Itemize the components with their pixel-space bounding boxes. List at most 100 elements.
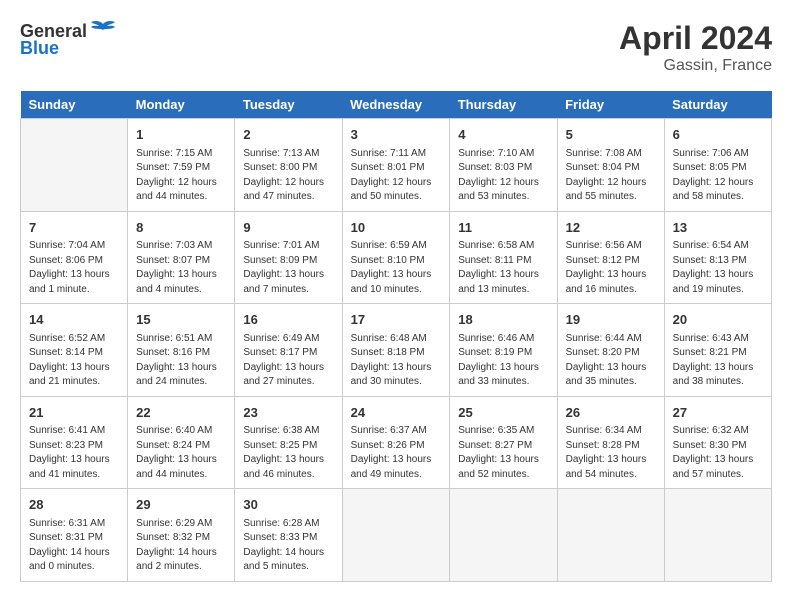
day-of-week-header: Monday xyxy=(128,91,235,119)
calendar-body: 1Sunrise: 7:15 AM Sunset: 7:59 PM Daylig… xyxy=(21,119,772,582)
day-info: Sunrise: 6:54 AM Sunset: 8:13 PM Dayligh… xyxy=(673,239,763,297)
calendar-header-row: SundayMondayTuesdayWednesdayThursdayFrid… xyxy=(21,91,772,119)
day-number: 27 xyxy=(673,403,763,423)
day-number: 7 xyxy=(29,218,119,238)
day-of-week-header: Sunday xyxy=(21,91,128,119)
calendar-cell: 4Sunrise: 7:10 AM Sunset: 8:03 PM Daylig… xyxy=(450,119,557,212)
calendar-week-row: 7Sunrise: 7:04 AM Sunset: 8:06 PM Daylig… xyxy=(21,211,772,304)
day-info: Sunrise: 7:06 AM Sunset: 8:05 PM Dayligh… xyxy=(673,147,763,205)
calendar-cell: 26Sunrise: 6:34 AM Sunset: 8:28 PM Dayli… xyxy=(557,396,664,489)
calendar-cell: 23Sunrise: 6:38 AM Sunset: 8:25 PM Dayli… xyxy=(235,396,342,489)
calendar-cell: 11Sunrise: 6:58 AM Sunset: 8:11 PM Dayli… xyxy=(450,211,557,304)
day-number: 21 xyxy=(29,403,119,423)
day-info: Sunrise: 7:11 AM Sunset: 8:01 PM Dayligh… xyxy=(351,147,442,205)
calendar-cell: 20Sunrise: 6:43 AM Sunset: 8:21 PM Dayli… xyxy=(664,304,771,397)
calendar-cell xyxy=(450,489,557,582)
day-number: 23 xyxy=(243,403,333,423)
calendar-cell: 3Sunrise: 7:11 AM Sunset: 8:01 PM Daylig… xyxy=(342,119,450,212)
calendar-cell: 19Sunrise: 6:44 AM Sunset: 8:20 PM Dayli… xyxy=(557,304,664,397)
day-number: 14 xyxy=(29,310,119,330)
calendar-cell: 21Sunrise: 6:41 AM Sunset: 8:23 PM Dayli… xyxy=(21,396,128,489)
day-number: 20 xyxy=(673,310,763,330)
logo-bird-icon xyxy=(89,20,117,42)
day-of-week-header: Wednesday xyxy=(342,91,450,119)
calendar-cell: 30Sunrise: 6:28 AM Sunset: 8:33 PM Dayli… xyxy=(235,489,342,582)
day-info: Sunrise: 6:49 AM Sunset: 8:17 PM Dayligh… xyxy=(243,332,333,390)
calendar-week-row: 28Sunrise: 6:31 AM Sunset: 8:31 PM Dayli… xyxy=(21,489,772,582)
calendar-cell xyxy=(342,489,450,582)
day-of-week-header: Tuesday xyxy=(235,91,342,119)
calendar-cell: 13Sunrise: 6:54 AM Sunset: 8:13 PM Dayli… xyxy=(664,211,771,304)
logo: General Blue xyxy=(20,20,117,59)
day-info: Sunrise: 6:51 AM Sunset: 8:16 PM Dayligh… xyxy=(136,332,226,390)
calendar-cell xyxy=(664,489,771,582)
logo-blue-text: Blue xyxy=(20,38,59,59)
calendar-cell: 5Sunrise: 7:08 AM Sunset: 8:04 PM Daylig… xyxy=(557,119,664,212)
calendar-week-row: 21Sunrise: 6:41 AM Sunset: 8:23 PM Dayli… xyxy=(21,396,772,489)
calendar-cell: 6Sunrise: 7:06 AM Sunset: 8:05 PM Daylig… xyxy=(664,119,771,212)
calendar-cell: 27Sunrise: 6:32 AM Sunset: 8:30 PM Dayli… xyxy=(664,396,771,489)
day-number: 26 xyxy=(566,403,656,423)
day-info: Sunrise: 6:29 AM Sunset: 8:32 PM Dayligh… xyxy=(136,517,226,575)
calendar-cell: 14Sunrise: 6:52 AM Sunset: 8:14 PM Dayli… xyxy=(21,304,128,397)
calendar-cell: 1Sunrise: 7:15 AM Sunset: 7:59 PM Daylig… xyxy=(128,119,235,212)
day-number: 5 xyxy=(566,125,656,145)
day-info: Sunrise: 6:41 AM Sunset: 8:23 PM Dayligh… xyxy=(29,424,119,482)
day-number: 30 xyxy=(243,495,333,515)
day-number: 10 xyxy=(351,218,442,238)
day-info: Sunrise: 6:32 AM Sunset: 8:30 PM Dayligh… xyxy=(673,424,763,482)
main-title: April 2024 xyxy=(619,20,772,57)
calendar-week-row: 1Sunrise: 7:15 AM Sunset: 7:59 PM Daylig… xyxy=(21,119,772,212)
day-info: Sunrise: 6:52 AM Sunset: 8:14 PM Dayligh… xyxy=(29,332,119,390)
day-number: 13 xyxy=(673,218,763,238)
day-info: Sunrise: 6:43 AM Sunset: 8:21 PM Dayligh… xyxy=(673,332,763,390)
day-number: 11 xyxy=(458,218,548,238)
day-number: 17 xyxy=(351,310,442,330)
calendar-cell: 10Sunrise: 6:59 AM Sunset: 8:10 PM Dayli… xyxy=(342,211,450,304)
calendar-cell: 2Sunrise: 7:13 AM Sunset: 8:00 PM Daylig… xyxy=(235,119,342,212)
day-number: 16 xyxy=(243,310,333,330)
day-number: 8 xyxy=(136,218,226,238)
day-info: Sunrise: 7:15 AM Sunset: 7:59 PM Dayligh… xyxy=(136,147,226,205)
day-info: Sunrise: 6:34 AM Sunset: 8:28 PM Dayligh… xyxy=(566,424,656,482)
calendar-cell xyxy=(21,119,128,212)
calendar-cell: 28Sunrise: 6:31 AM Sunset: 8:31 PM Dayli… xyxy=(21,489,128,582)
day-number: 1 xyxy=(136,125,226,145)
day-number: 22 xyxy=(136,403,226,423)
calendar-cell: 25Sunrise: 6:35 AM Sunset: 8:27 PM Dayli… xyxy=(450,396,557,489)
day-number: 25 xyxy=(458,403,548,423)
day-info: Sunrise: 7:03 AM Sunset: 8:07 PM Dayligh… xyxy=(136,239,226,297)
calendar-table: SundayMondayTuesdayWednesdayThursdayFrid… xyxy=(20,91,772,582)
day-info: Sunrise: 7:13 AM Sunset: 8:00 PM Dayligh… xyxy=(243,147,333,205)
calendar-cell: 22Sunrise: 6:40 AM Sunset: 8:24 PM Dayli… xyxy=(128,396,235,489)
day-info: Sunrise: 7:01 AM Sunset: 8:09 PM Dayligh… xyxy=(243,239,333,297)
day-info: Sunrise: 6:56 AM Sunset: 8:12 PM Dayligh… xyxy=(566,239,656,297)
calendar-cell: 12Sunrise: 6:56 AM Sunset: 8:12 PM Dayli… xyxy=(557,211,664,304)
day-number: 4 xyxy=(458,125,548,145)
day-info: Sunrise: 6:28 AM Sunset: 8:33 PM Dayligh… xyxy=(243,517,333,575)
calendar-cell: 29Sunrise: 6:29 AM Sunset: 8:32 PM Dayli… xyxy=(128,489,235,582)
calendar-cell: 16Sunrise: 6:49 AM Sunset: 8:17 PM Dayli… xyxy=(235,304,342,397)
day-of-week-header: Thursday xyxy=(450,91,557,119)
day-of-week-header: Friday xyxy=(557,91,664,119)
day-info: Sunrise: 6:59 AM Sunset: 8:10 PM Dayligh… xyxy=(351,239,442,297)
day-number: 9 xyxy=(243,218,333,238)
day-number: 19 xyxy=(566,310,656,330)
calendar-cell: 18Sunrise: 6:46 AM Sunset: 8:19 PM Dayli… xyxy=(450,304,557,397)
title-block: April 2024 Gassin, France xyxy=(619,20,772,75)
day-number: 29 xyxy=(136,495,226,515)
day-info: Sunrise: 7:08 AM Sunset: 8:04 PM Dayligh… xyxy=(566,147,656,205)
day-number: 12 xyxy=(566,218,656,238)
calendar-cell xyxy=(557,489,664,582)
calendar-cell: 15Sunrise: 6:51 AM Sunset: 8:16 PM Dayli… xyxy=(128,304,235,397)
day-of-week-header: Saturday xyxy=(664,91,771,119)
day-number: 3 xyxy=(351,125,442,145)
calendar-cell: 9Sunrise: 7:01 AM Sunset: 8:09 PM Daylig… xyxy=(235,211,342,304)
day-info: Sunrise: 6:38 AM Sunset: 8:25 PM Dayligh… xyxy=(243,424,333,482)
day-info: Sunrise: 7:10 AM Sunset: 8:03 PM Dayligh… xyxy=(458,147,548,205)
day-number: 18 xyxy=(458,310,548,330)
day-info: Sunrise: 6:44 AM Sunset: 8:20 PM Dayligh… xyxy=(566,332,656,390)
day-number: 15 xyxy=(136,310,226,330)
day-number: 28 xyxy=(29,495,119,515)
calendar-cell: 7Sunrise: 7:04 AM Sunset: 8:06 PM Daylig… xyxy=(21,211,128,304)
